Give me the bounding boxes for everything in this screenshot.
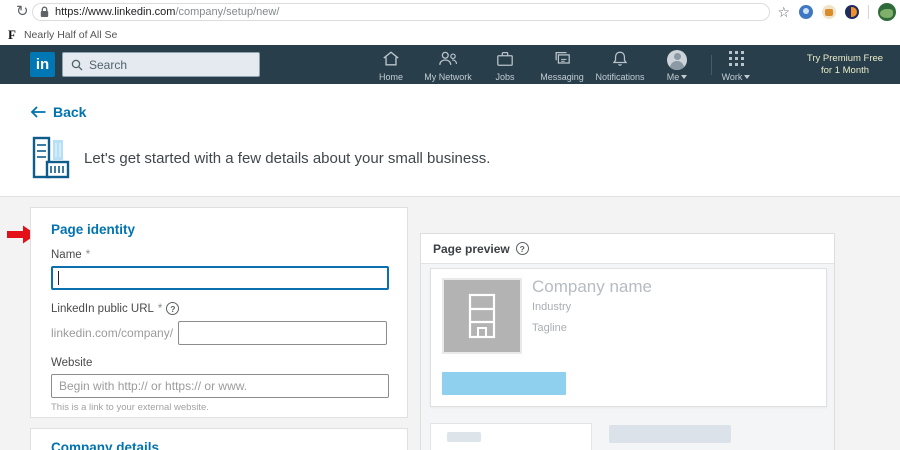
public-url-input[interactable] [178,321,387,345]
name-label: Name * [51,249,91,261]
premium-line2: for 1 Month [820,65,870,76]
nav-label: Jobs [495,72,515,82]
page-identity-card: Page identity Name * LinkedIn public URL *… [30,207,408,418]
back-label: Back [53,104,87,120]
preview-company-name: Company name [532,277,653,296]
extension-icon-1[interactable] [799,5,813,19]
page-preview-title: Page preview [433,241,510,256]
preview-skeleton-card [430,423,592,450]
preview-tagline: Tagline [532,322,567,334]
home-icon [383,51,399,66]
url-help-icon[interactable]: ? [166,302,180,315]
nav-item-home[interactable]: Home [359,50,423,82]
website-input[interactable] [51,374,389,398]
main-area: Page identity Name * LinkedIn public URL *… [0,197,900,450]
page-preview-header: Page preview ? [421,234,834,264]
section-title-company-details: Company details [51,440,160,450]
website-label: Website [51,357,93,369]
search-placeholder: Search [89,57,128,72]
search-input[interactable]: Search [62,52,260,77]
search-icon [71,59,83,70]
work-grid-icon [728,51,744,66]
url-bar[interactable]: https://www.linkedin.com/company/setup/n… [32,3,770,21]
text-cursor [58,271,59,285]
public-url-label: LinkedIn public URL * ? [51,302,387,315]
lock-icon [40,6,49,18]
notifications-icon [612,51,628,66]
url-text: https://www.linkedin.com/company/setup/n… [55,6,279,18]
jobs-icon [497,52,513,66]
building-placeholder-icon [468,293,496,339]
nav-label: Messaging [540,72,584,82]
page-header: Back Let's get started with a few detail… [0,84,900,197]
preview-skeleton-bar [609,425,731,443]
section-title-page-identity: Page identity [51,222,136,237]
preview-industry: Industry [532,301,572,313]
intro-text: Let's get started with a few details abo… [84,149,491,167]
preview-button-placeholder [442,372,566,395]
nav-item-me[interactable]: Me [645,50,709,82]
required-asterisk: * [85,249,91,261]
nav-item-jobs[interactable]: Jobs [473,50,537,82]
messaging-icon [555,52,570,64]
small-business-building-icon [32,136,70,179]
navbar-divider [711,55,712,75]
nav-item-notifications[interactable]: Notifications [588,50,652,82]
bookmark-favicon: F [8,26,16,42]
nav-label: Home [378,72,403,82]
url-prefix: linkedin.com/company/ [51,326,174,340]
nav-item-messaging[interactable]: Messaging [530,50,594,82]
back-button[interactable]: Back [30,104,86,120]
nav-label: Me [666,72,680,82]
browser-profile-avatar[interactable] [878,3,896,21]
bookmarks-bar: F Nearly Half of All Se [0,24,900,45]
extension-icon-3[interactable] [845,5,859,19]
premium-line1: Try Premium Free [806,53,884,64]
nav-label: Work [721,72,743,82]
linkedin-logo[interactable]: in [30,52,55,77]
back-arrow-icon [30,106,46,118]
preview-skeleton-pill [447,432,481,442]
reload-icon[interactable]: ↻ [16,2,29,20]
chevron-down-icon [744,75,751,79]
nav-item-my-network[interactable]: My Network [416,50,480,82]
url-host: https://www.linkedin.com [55,6,176,18]
company-preview-card: Company name Industry Tagline [430,268,827,407]
nav-label: Notifications [595,72,645,82]
website-hint: This is a link to your external website. [51,402,209,413]
chevron-down-icon [681,75,688,79]
bookmark-item[interactable]: Nearly Half of All Se [24,29,117,41]
try-premium-link[interactable]: Try Premium Free for 1 Month [797,53,893,77]
bookmark-star-icon[interactable]: ☆ [777,4,790,21]
linkedin-navbar: in Search Home My Network Jobs Messaging… [0,45,900,84]
screen: ↻ https://www.linkedin.com/company/setup… [0,0,900,450]
preview-help-icon[interactable]: ? [515,242,529,255]
url-path: /company/setup/new/ [175,6,280,18]
nav-label: My Network [424,72,472,82]
required-asterisk: * [157,302,163,315]
extension-icon-2[interactable] [822,5,836,19]
nav-item-work[interactable]: Work [714,50,758,82]
my-network-icon [439,51,458,65]
company-logo-placeholder [442,278,522,354]
browser-chrome: ↻ https://www.linkedin.com/company/setup… [0,0,900,24]
company-details-card: Company details [30,428,408,450]
chrome-divider [868,5,869,19]
name-input[interactable] [51,266,389,290]
me-avatar [667,50,687,70]
page-preview-panel: Page preview ? Company name Industry Tag… [420,233,835,450]
